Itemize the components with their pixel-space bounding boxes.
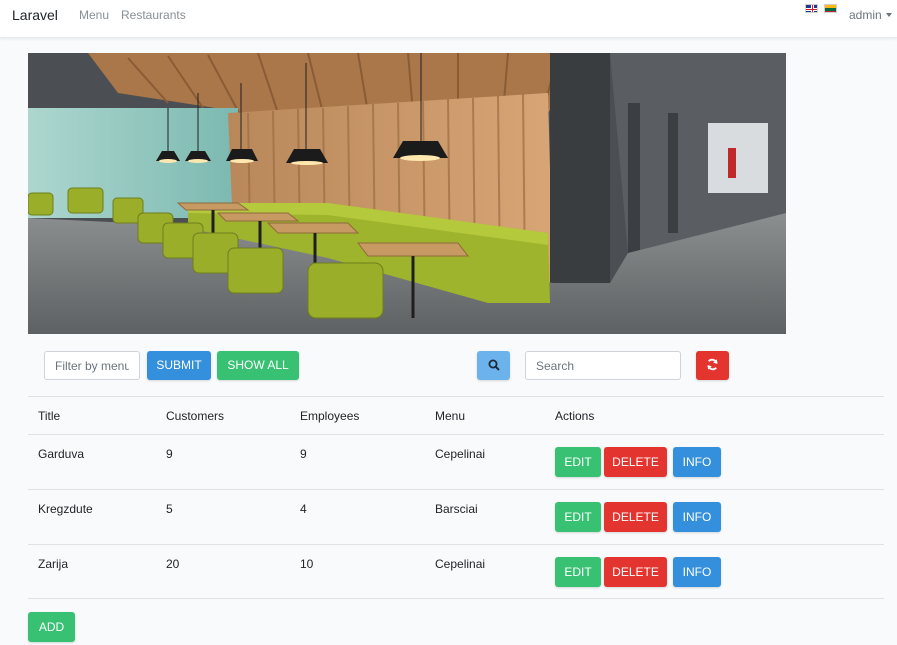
search-input[interactable]: [525, 351, 681, 380]
info-button[interactable]: INFO: [673, 502, 721, 532]
delete-button[interactable]: DELETE: [604, 557, 667, 587]
cell-title: Zarija: [38, 557, 69, 571]
cell-menu: Cepelinai: [435, 447, 486, 461]
cell-employees: 4: [300, 502, 307, 516]
cell-menu: Barsciai: [435, 502, 478, 516]
header-menu: Menu: [435, 409, 466, 423]
table-row: Garduva 9 9 Cepelinai EDIT DELETE INFO: [28, 434, 884, 489]
search-button[interactable]: [477, 351, 510, 380]
nav-link-menu[interactable]: Menu: [79, 8, 109, 22]
cell-customers: 20: [166, 557, 180, 571]
cell-title: Kregzdute: [38, 502, 93, 516]
brand-link[interactable]: Laravel: [12, 7, 58, 23]
table-row: Kregzdute 5 4 Barsciai EDIT DELETE INFO: [28, 489, 884, 544]
header-employees: Employees: [300, 409, 360, 423]
table-row: Zarija 20 10 Cepelinai EDIT DELETE INFO: [28, 544, 884, 599]
user-name: admin: [849, 8, 882, 22]
info-button[interactable]: INFO: [673, 557, 721, 587]
search-icon: [488, 359, 500, 371]
add-button[interactable]: ADD: [28, 612, 75, 642]
cell-customers: 9: [166, 447, 173, 461]
refresh-button[interactable]: [696, 351, 729, 380]
header-title: Title: [38, 409, 61, 423]
cell-customers: 5: [166, 502, 173, 516]
delete-button[interactable]: DELETE: [604, 502, 667, 532]
cell-employees: 9: [300, 447, 307, 461]
table-header-row: Title Customers Employees Menu Actions: [28, 396, 884, 434]
refresh-icon: [707, 358, 718, 371]
user-dropdown[interactable]: admin: [849, 8, 892, 22]
nav-link-restaurants[interactable]: Restaurants: [121, 8, 186, 22]
header-actions: Actions: [555, 409, 595, 423]
uk-flag-icon[interactable]: [805, 4, 818, 13]
chevron-down-icon: [885, 13, 892, 17]
cell-employees: 10: [300, 557, 314, 571]
delete-button[interactable]: DELETE: [604, 447, 667, 477]
edit-button[interactable]: EDIT: [555, 502, 601, 532]
hero-image: [28, 53, 786, 334]
restaurants-table: Title Customers Employees Menu Actions G…: [28, 396, 884, 599]
info-button[interactable]: INFO: [673, 447, 721, 477]
edit-button[interactable]: EDIT: [555, 557, 601, 587]
edit-button[interactable]: EDIT: [555, 447, 601, 477]
header-customers: Customers: [166, 409, 225, 423]
lithuania-flag-icon[interactable]: [824, 4, 837, 13]
submit-button[interactable]: SUBMIT: [147, 351, 211, 380]
cell-title: Garduva: [38, 447, 85, 461]
cell-menu: Cepelinai: [435, 557, 486, 571]
show-all-button[interactable]: SHOW ALL: [217, 351, 299, 380]
filter-by-menu-input[interactable]: [44, 351, 140, 380]
navbar: Laravel Menu Restaurants admin: [0, 0, 897, 38]
